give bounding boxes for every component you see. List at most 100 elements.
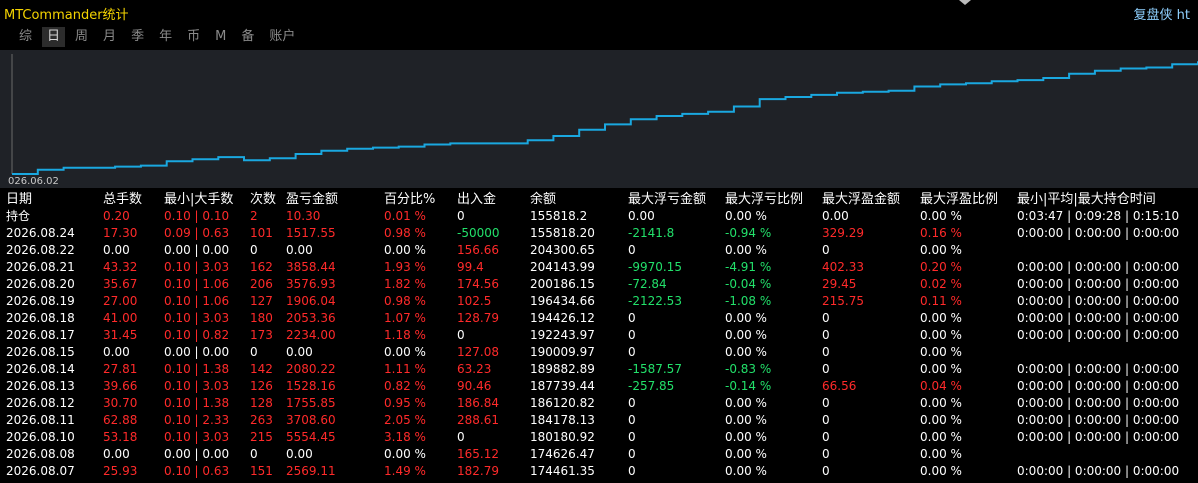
header-count[interactable]: 次数 xyxy=(250,191,276,208)
cell-deposit-withdrawal: 0 xyxy=(457,328,465,342)
table-row[interactable]: 2026.08.08 0.00 0.00 | 0.00 0 0.00 0.00 % 165.… xyxy=(0,446,1198,463)
cell-balance: 180180.92 xyxy=(530,430,595,444)
cell-date: 持仓 xyxy=(6,209,31,223)
table-row[interactable]: 2026.08.17 31.45 0.10 | 0.82 173 2234.00 1.18… xyxy=(0,327,1198,344)
table-row[interactable]: 持仓 0.20 0.10 | 0.10 2 10.30 0.01 % 0 155818.2 0.… xyxy=(0,208,1198,225)
header-percent[interactable]: 百分比% xyxy=(384,191,435,208)
cell-deposit-withdrawal: 165.12 xyxy=(457,447,499,461)
cell-balance: 204143.99 xyxy=(530,260,595,274)
cell-max-float-loss: -257.85 xyxy=(628,379,675,393)
title-bar: MTCommander统计 复盘侠 ht xyxy=(0,0,1198,26)
cell-pnl-amount: 2234.00 xyxy=(286,328,336,342)
tab-5[interactable]: 年 xyxy=(154,27,177,47)
cell-max-float-loss: 0 xyxy=(628,396,636,410)
cell-total-lots: 25.93 xyxy=(103,464,138,478)
tab-0[interactable]: 综 xyxy=(14,27,37,47)
cell-deposit-withdrawal: 102.5 xyxy=(457,294,492,308)
table-row[interactable]: 2026.08.14 27.81 0.10 | 1.38 142 2080.22 1.11… xyxy=(0,361,1198,378)
header-max-float-profit-pct[interactable]: 最大浮盈比例 xyxy=(920,191,998,208)
table-row[interactable]: 2026.08.13 39.66 0.10 | 3.03 126 1528.16 0.82… xyxy=(0,378,1198,395)
cell-max-float-profit-pct: 0.00 % xyxy=(920,362,962,376)
header-max-float-profit[interactable]: 最大浮盈金额 xyxy=(822,191,900,208)
table-row[interactable]: 2026.08.24 17.30 0.09 | 0.63 101 1517.55 0.98… xyxy=(0,225,1198,242)
table-row[interactable]: 2026.08.20 35.67 0.10 | 1.06 206 3576.93 1.82… xyxy=(0,276,1198,293)
cell-max-float-loss: -72.84 xyxy=(628,277,667,291)
header-total-lots[interactable]: 总手数 xyxy=(103,191,142,208)
table-row[interactable]: 2026.08.15 0.00 0.00 | 0.00 0 0.00 0.00 % 127.… xyxy=(0,344,1198,361)
cell-min-max-lots: 0.10 | 3.03 xyxy=(164,260,230,274)
cell-pnl-amount: 1906.04 xyxy=(286,294,336,308)
cell-max-float-profit-pct: 0.00 % xyxy=(920,447,962,461)
cell-max-float-loss-pct: 0.00 % xyxy=(725,311,767,325)
cell-count: 0 xyxy=(250,243,258,257)
cell-date: 2026.08.19 xyxy=(6,294,75,308)
tab-3[interactable]: 月 xyxy=(98,27,121,47)
cell-min-max-lots: 0.10 | 1.06 xyxy=(164,277,230,291)
period-tabs: 综日周月季年币 M 备账户 xyxy=(14,27,305,47)
table-row[interactable]: 2026.08.12 30.70 0.10 | 1.38 128 1755.85 0.95… xyxy=(0,395,1198,412)
cell-balance: 155818.2 xyxy=(530,209,588,223)
table-row[interactable]: 2026.08.21 43.32 0.10 | 3.03 162 3858.44 1.93… xyxy=(0,259,1198,276)
cell-total-lots: 31.45 xyxy=(103,328,138,342)
cell-hold-time: 0:00:00 | 0:00:00 | 0:00:00 xyxy=(1017,362,1180,376)
tab-8[interactable]: 备 xyxy=(236,27,259,47)
header-deposit-withdrawal[interactable]: 出入金 xyxy=(457,191,496,208)
tab-6[interactable]: 币 xyxy=(182,27,205,47)
cell-hold-time: 0:00:00 | 0:00:00 | 0:00:00 xyxy=(1017,396,1180,410)
cell-min-max-lots: 0.10 | 3.03 xyxy=(164,379,230,393)
cell-date: 2026.08.24 xyxy=(6,226,75,240)
cell-total-lots: 27.00 xyxy=(103,294,138,308)
cell-min-max-lots: 0.00 | 0.00 xyxy=(164,243,230,257)
table-row[interactable]: 2026.08.18 41.00 0.10 | 3.03 180 2053.36 1.07… xyxy=(0,310,1198,327)
cell-date: 2026.08.22 xyxy=(6,243,75,257)
cell-min-max-lots: 0.10 | 3.03 xyxy=(164,430,230,444)
cell-deposit-withdrawal: 156.66 xyxy=(457,243,499,257)
cell-count: 127 xyxy=(250,294,273,308)
cell-total-lots: 43.32 xyxy=(103,260,138,274)
cell-total-lots: 30.70 xyxy=(103,396,138,410)
header-balance[interactable]: 余额 xyxy=(530,191,556,208)
cell-max-float-loss-pct: 0.00 % xyxy=(725,328,767,342)
cell-max-float-loss-pct: 0.00 % xyxy=(725,447,767,461)
cell-percent: 0.00 % xyxy=(384,447,426,461)
cell-count: 162 xyxy=(250,260,273,274)
cell-max-float-profit-pct: 0.00 % xyxy=(920,413,962,427)
tab-2[interactable]: 周 xyxy=(70,27,93,47)
cell-hold-time: 0:00:00 | 0:00:00 | 0:00:00 xyxy=(1017,294,1180,308)
dropdown-arrow-icon[interactable] xyxy=(959,0,971,5)
cell-max-float-profit: 0 xyxy=(822,345,830,359)
cell-percent: 0.01 % xyxy=(384,209,426,223)
cell-balance: 192243.97 xyxy=(530,328,595,342)
table-row[interactable]: 2026.08.11 62.88 0.10 | 2.33 263 3708.60 2.05… xyxy=(0,412,1198,429)
cell-max-float-profit: 0.00 xyxy=(822,209,849,223)
app-title: MTCommander统计 xyxy=(4,8,129,23)
header-pnl-amount[interactable]: 盈亏金额 xyxy=(286,191,338,208)
cell-balance: 155818.20 xyxy=(530,226,595,240)
cell-max-float-loss-pct: 0.00 % xyxy=(725,209,767,223)
cell-count: 0 xyxy=(250,345,258,359)
header-max-float-loss-pct[interactable]: 最大浮亏比例 xyxy=(725,191,803,208)
cell-pnl-amount: 3576.93 xyxy=(286,277,336,291)
cell-max-float-loss: 0 xyxy=(628,243,636,257)
cell-max-float-loss: 0 xyxy=(628,413,636,427)
cell-date: 2026.08.18 xyxy=(6,311,75,325)
header-date[interactable]: 日期 xyxy=(6,191,32,208)
tab-9[interactable]: 账户 xyxy=(264,27,300,47)
table-row[interactable]: 2026.08.07 25.93 0.10 | 0.63 151 2569.11 1.49… xyxy=(0,463,1198,480)
cell-min-max-lots: 0.09 | 0.63 xyxy=(164,226,230,240)
cell-pnl-amount: 3858.44 xyxy=(286,260,336,274)
cell-balance: 174626.47 xyxy=(530,447,595,461)
table-row[interactable]: 2026.08.19 27.00 0.10 | 1.06 127 1906.04 0.98… xyxy=(0,293,1198,310)
cell-max-float-loss-pct: 0.00 % xyxy=(725,464,767,478)
cell-pnl-amount: 2053.36 xyxy=(286,311,336,325)
header-hold-time[interactable]: 最小|平均|最大持仓时间 xyxy=(1017,191,1156,208)
header-min-max-lots[interactable]: 最小|大手数 xyxy=(164,191,233,208)
header-max-float-loss[interactable]: 最大浮亏金额 xyxy=(628,191,706,208)
cell-count: 142 xyxy=(250,362,273,376)
cell-max-float-loss: 0 xyxy=(628,311,636,325)
tab-4[interactable]: 季 xyxy=(126,27,149,47)
tab-7[interactable]: M xyxy=(210,27,231,47)
table-row[interactable]: 2026.08.22 0.00 0.00 | 0.00 0 0.00 0.00 % 156.… xyxy=(0,242,1198,259)
tab-1[interactable]: 日 xyxy=(42,27,66,47)
table-row[interactable]: 2026.08.10 53.18 0.10 | 3.03 215 5554.45 3.18… xyxy=(0,429,1198,446)
